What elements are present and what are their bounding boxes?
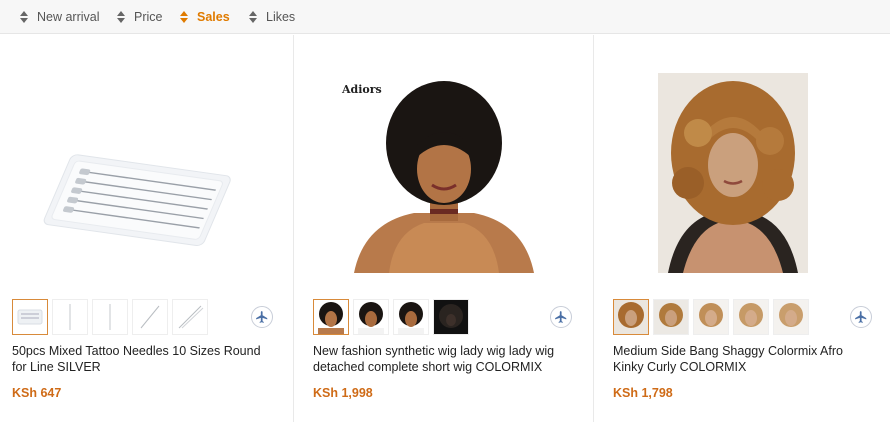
sort-arrows-icon (249, 11, 257, 23)
afro-wig-model-icon (398, 302, 424, 334)
product-price: KSh 1,798 (613, 386, 673, 400)
thumbnail[interactable] (733, 299, 769, 335)
tattoo-needles-icon (17, 309, 43, 325)
airplane-icon[interactable] (550, 306, 572, 328)
curly-wig-model-icon (694, 300, 728, 334)
needle-icon (69, 304, 71, 330)
sort-bar: New arrival Price Sales Likes (0, 0, 890, 34)
product-image[interactable] (658, 73, 808, 273)
needle-icon (109, 304, 111, 330)
sort-new-arrival[interactable]: New arrival (20, 9, 100, 25)
product-price: KSh 1,998 (313, 386, 373, 400)
sort-price[interactable]: Price (117, 9, 162, 25)
curly-wig-model-icon (658, 73, 808, 273)
afro-wig-model-icon (318, 302, 344, 334)
thumbnail[interactable] (132, 299, 168, 335)
sort-label: Sales (197, 10, 230, 24)
afro-wig-icon (439, 304, 463, 328)
sort-arrows-icon (20, 11, 28, 23)
thumbnail[interactable] (52, 299, 88, 335)
product-title[interactable]: 50pcs Mixed Tattoo Needles 10 Sizes Roun… (12, 343, 274, 375)
tattoo-needles-icon (43, 154, 231, 247)
curly-wig-model-icon (614, 300, 648, 334)
thumbnail-strip (12, 299, 208, 335)
product-image[interactable]: Adiors (334, 73, 554, 273)
sort-likes[interactable]: Likes (249, 9, 295, 25)
needle-icon (178, 305, 204, 329)
product-card: Adiors New fashion synthetic wig lady wi… (293, 35, 593, 422)
product-image[interactable] (36, 73, 236, 273)
thumbnail[interactable] (433, 299, 469, 335)
needle-icon (140, 305, 160, 329)
afro-wig-model-icon (358, 302, 384, 334)
product-grid: 50pcs Mixed Tattoo Needles 10 Sizes Roun… (0, 35, 890, 422)
curly-wig-model-icon (654, 300, 688, 334)
sort-arrows-icon (180, 11, 188, 23)
thumbnail[interactable] (653, 299, 689, 335)
sort-label: New arrival (37, 10, 100, 24)
thumbnail[interactable] (693, 299, 729, 335)
thumbnail-strip (613, 299, 809, 335)
sort-sales[interactable]: Sales (180, 9, 230, 25)
brand-logo: Adiors (342, 83, 382, 96)
airplane-icon[interactable] (850, 306, 872, 328)
thumbnail-strip (313, 299, 469, 335)
thumbnail[interactable] (613, 299, 649, 335)
thumbnail[interactable] (313, 299, 349, 335)
thumbnail[interactable] (12, 299, 48, 335)
sort-label: Price (134, 10, 163, 24)
sort-label: Likes (266, 10, 296, 24)
product-price: KSh 647 (12, 386, 62, 400)
airplane-icon[interactable] (251, 306, 273, 328)
thumbnail[interactable] (172, 299, 208, 335)
thumbnail[interactable] (353, 299, 389, 335)
product-card: Medium Side Bang Shaggy Colormix Afro Ki… (593, 35, 890, 422)
sort-arrows-icon (117, 11, 125, 23)
product-title[interactable]: New fashion synthetic wig lady wig lady … (313, 343, 575, 375)
product-title[interactable]: Medium Side Bang Shaggy Colormix Afro Ki… (613, 343, 875, 375)
curly-wig-model-icon (734, 300, 768, 334)
thumbnail[interactable] (393, 299, 429, 335)
curly-wig-model-icon (774, 300, 808, 334)
product-card: 50pcs Mixed Tattoo Needles 10 Sizes Roun… (0, 35, 293, 422)
thumbnail[interactable] (92, 299, 128, 335)
afro-wig-model-icon (334, 73, 554, 273)
thumbnail[interactable] (773, 299, 809, 335)
